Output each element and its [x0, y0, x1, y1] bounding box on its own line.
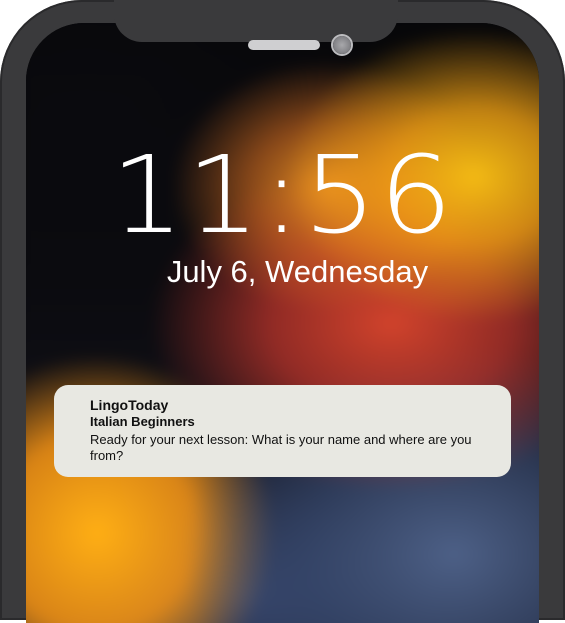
notification-card[interactable]: LingoToday Italian Beginners Ready for y… [54, 385, 511, 477]
phone-frame [0, 0, 565, 623]
speaker-grille [248, 40, 320, 50]
notification-message: Ready for your next lesson: What is your… [90, 432, 472, 463]
wallpaper [26, 23, 539, 623]
front-camera-icon [333, 36, 351, 54]
notch [114, 0, 398, 42]
lock-screen [26, 23, 539, 623]
notification-subtitle: Italian Beginners [90, 414, 195, 429]
lock-screen-time: 11:56 [110, 133, 455, 258]
lock-screen-date: July 6, Wednesday [166, 254, 429, 289]
notification-app-name: LingoToday [90, 397, 169, 413]
